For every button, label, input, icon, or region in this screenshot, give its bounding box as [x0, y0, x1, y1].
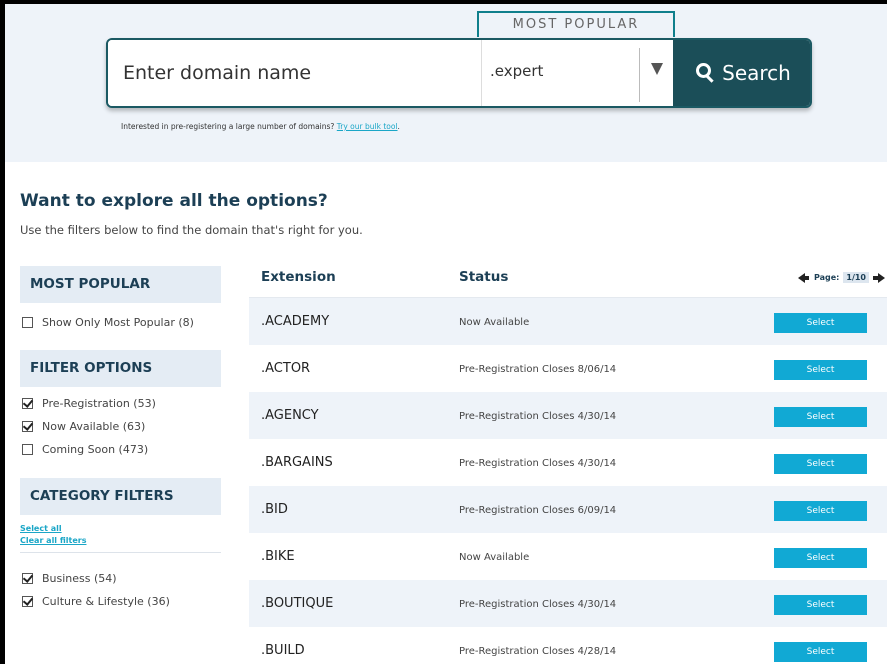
category-filters-heading: CATEGORY FILTERS: [20, 478, 221, 515]
tld-dropdown[interactable]: .expert: [481, 40, 673, 106]
extension-name: .BIKE: [261, 549, 295, 564]
select-button[interactable]: Select: [774, 407, 867, 427]
extension-name: .AGENCY: [261, 408, 319, 423]
filter-pre-registration[interactable]: Pre-Registration (53): [20, 392, 221, 415]
table-row: .BID Pre-Registration Closes 6/09/14 Sel…: [249, 486, 887, 533]
explore-subtitle: Use the filters below to find the domain…: [20, 223, 363, 237]
extension-name: .BUILD: [261, 643, 305, 658]
filter-show-most-popular[interactable]: Show Only Most Popular (8): [20, 311, 221, 334]
select-button[interactable]: Select: [774, 595, 867, 615]
checkbox[interactable]: [22, 398, 33, 409]
search-button[interactable]: Search: [673, 40, 810, 106]
search-band: MOST POPULAR .expert Search Interested i…: [5, 4, 887, 162]
filter-label: Now Available (63): [42, 420, 146, 433]
clear-all-filters-link[interactable]: Clear all filters: [20, 536, 221, 548]
bulk-note-period: .: [397, 122, 400, 131]
table-row: .BUILD Pre-Registration Closes 4/28/14 S…: [249, 627, 887, 664]
filter-culture-lifestyle[interactable]: Culture & Lifestyle (36): [20, 590, 221, 613]
divider: [20, 552, 221, 553]
table-row: .BOUTIQUE Pre-Registration Closes 4/30/1…: [249, 580, 887, 627]
arrow-left-icon[interactable]: [797, 272, 809, 283]
filter-label: Pre-Registration (53): [42, 397, 156, 410]
select-all-link[interactable]: Select all: [20, 524, 221, 536]
page-number: 1/10: [843, 272, 869, 283]
checkbox[interactable]: [22, 596, 33, 607]
filter-label: Business (54): [42, 572, 117, 585]
column-header-status: Status: [459, 269, 509, 285]
extension-status: Pre-Registration Closes 6/09/14: [459, 505, 617, 516]
select-button[interactable]: Select: [774, 642, 867, 662]
bulk-note-text: Interested in pre-registering a large nu…: [121, 122, 335, 131]
table-row: .BIKE Now Available Select: [249, 533, 887, 580]
filter-sidebar: MOST POPULAR Show Only Most Popular (8) …: [20, 266, 221, 613]
tld-selected-value: .expert: [490, 62, 544, 80]
select-button[interactable]: Select: [774, 454, 867, 474]
checkbox[interactable]: [22, 444, 33, 455]
page-total: /10: [851, 273, 866, 282]
chevron-down-icon[interactable]: [651, 63, 663, 75]
most-popular-tab[interactable]: MOST POPULAR: [477, 11, 675, 37]
extension-name: .ACTOR: [261, 361, 311, 376]
page-frame: MOST POPULAR .expert Search Interested i…: [5, 4, 887, 664]
filter-label: Coming Soon (473): [42, 443, 149, 456]
domain-search-bar: .expert Search: [106, 38, 812, 108]
extension-status: Pre-Registration Closes 4/30/14: [459, 599, 617, 610]
search-button-label: Search: [722, 61, 791, 85]
column-header-extension: Extension: [261, 269, 336, 285]
checkbox[interactable]: [22, 421, 33, 432]
extension-name: .BID: [261, 502, 288, 517]
filter-label: Culture & Lifestyle (36): [42, 595, 170, 608]
explore-title: Want to explore all the options?: [20, 191, 328, 211]
extension-status: Pre-Registration Closes 4/30/14: [459, 458, 617, 469]
extension-name: .ACADEMY: [261, 314, 330, 329]
filter-options-heading: FILTER OPTIONS: [20, 350, 221, 387]
table-row: .ACADEMY Now Available Select: [249, 298, 887, 345]
extension-status: Pre-Registration Closes 4/30/14: [459, 411, 617, 422]
arrow-right-icon[interactable]: [873, 272, 885, 283]
extension-status: Pre-Registration Closes 8/06/14: [459, 364, 617, 375]
pager-label: Page:: [813, 273, 840, 282]
checkbox[interactable]: [22, 573, 33, 584]
select-button[interactable]: Select: [774, 360, 867, 380]
table-row: .ACTOR Pre-Registration Closes 8/06/14 S…: [249, 345, 887, 392]
filter-now-available[interactable]: Now Available (63): [20, 415, 221, 438]
table-row: .AGENCY Pre-Registration Closes 4/30/14 …: [249, 392, 887, 439]
extension-name: .BARGAINS: [261, 455, 333, 470]
domain-results-table: Extension Status Page: 1/10 .ACADEMY Now…: [249, 266, 887, 664]
bulk-tool-link[interactable]: Try our bulk tool: [337, 122, 398, 131]
extension-status: Now Available: [459, 317, 530, 328]
bulk-note: Interested in pre-registering a large nu…: [121, 122, 400, 131]
select-button[interactable]: Select: [774, 501, 867, 521]
extension-name: .BOUTIQUE: [261, 596, 334, 611]
filter-business[interactable]: Business (54): [20, 567, 221, 590]
pagination: Page: 1/10: [797, 272, 885, 283]
domain-search-input[interactable]: [108, 40, 481, 106]
extension-status: Now Available: [459, 552, 530, 563]
extension-status: Pre-Registration Closes 4/28/14: [459, 646, 617, 657]
most-popular-heading: MOST POPULAR: [20, 266, 221, 303]
select-button[interactable]: Select: [774, 548, 867, 568]
select-button[interactable]: Select: [774, 313, 867, 333]
table-row: .BARGAINS Pre-Registration Closes 4/30/1…: [249, 439, 887, 486]
tld-divider: [639, 48, 640, 102]
search-icon: [696, 63, 716, 83]
checkbox[interactable]: [22, 317, 33, 328]
filter-label: Show Only Most Popular (8): [42, 316, 194, 329]
table-header: Extension Status Page: 1/10: [249, 266, 887, 298]
filter-coming-soon[interactable]: Coming Soon (473): [20, 438, 221, 461]
